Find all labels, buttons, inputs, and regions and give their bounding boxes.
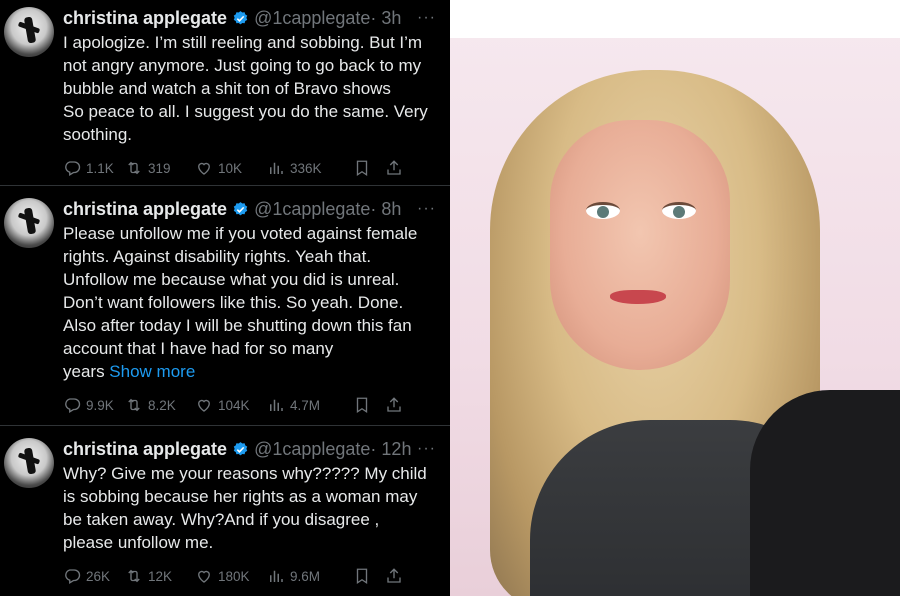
view-count: 9.6M — [290, 568, 321, 584]
screenshot-composite: christina applegate @1capplegate · 3h ··… — [0, 0, 900, 596]
tweet-actions: 26K 12K 180K 9.6M — [63, 564, 436, 588]
views-chart-icon — [270, 570, 283, 582]
bookmark-icon — [356, 160, 368, 177]
like-count: 180K — [218, 568, 250, 584]
retweet-button[interactable]: 12K — [125, 567, 195, 585]
like-count: 104K — [218, 397, 250, 413]
avatar[interactable] — [4, 438, 54, 488]
heart-icon — [198, 570, 210, 583]
verified-badge-icon — [233, 10, 248, 24]
tweet-timestamp[interactable]: · 8h — [370, 199, 401, 220]
tweet-timestamp[interactable]: · 3h — [370, 8, 401, 29]
show-more-link[interactable]: Show more — [109, 362, 195, 381]
right-eye — [662, 202, 696, 219]
portrait-photo — [450, 0, 900, 596]
views-chart-icon — [270, 399, 283, 411]
tweet-text: I apologize. I’m still reeling and sobbi… — [63, 31, 436, 146]
avatar[interactable] — [4, 198, 54, 248]
author-handle[interactable]: @1capplegate — [254, 439, 370, 460]
author-name[interactable]: christina applegate — [63, 8, 227, 29]
tweet-actions: 1.1K 319 10K 336K — [63, 156, 436, 180]
heart-icon — [198, 399, 210, 412]
reply-button[interactable]: 1.1K — [63, 159, 125, 177]
reply-icon — [65, 161, 81, 176]
retweet-button[interactable]: 8.2K — [125, 396, 195, 414]
tweet-header: christina applegate @1capplegate · 12h ·… — [63, 436, 436, 462]
verified-badge-icon — [233, 441, 248, 455]
retweet-count: 12K — [148, 568, 173, 584]
author-handle[interactable]: @1capplegate — [254, 199, 370, 220]
bookmark-icon — [356, 397, 368, 414]
avatar[interactable] — [4, 7, 54, 57]
share-icon — [387, 397, 401, 412]
tweet-2[interactable]: christina applegate @1capplegate · 8h ··… — [0, 186, 450, 426]
lips — [610, 290, 666, 304]
share-button[interactable] — [385, 567, 408, 585]
retweet-icon — [128, 569, 140, 583]
retweet-count: 8.2K — [148, 397, 176, 413]
face-shape — [550, 120, 730, 370]
tweet-timestamp[interactable]: · 12h — [370, 439, 411, 460]
view-count: 336K — [290, 160, 322, 176]
reply-button[interactable]: 26K — [63, 567, 125, 585]
more-options-icon[interactable]: ··· — [417, 200, 436, 218]
reply-count: 9.9K — [86, 397, 114, 413]
bookmark-button[interactable] — [353, 396, 385, 414]
like-button[interactable]: 180K — [195, 567, 267, 585]
bookmark-icon — [356, 568, 368, 585]
share-icon — [387, 568, 401, 583]
verified-badge-icon — [233, 201, 248, 215]
share-button[interactable] — [385, 396, 408, 414]
bookmark-button[interactable] — [353, 159, 385, 177]
tweet-text-content: Why? Give me your reasons why????? My ch… — [63, 464, 427, 552]
retweet-icon — [128, 398, 140, 412]
tweet-header: christina applegate @1capplegate · 3h ··… — [63, 5, 436, 31]
tweet-1[interactable]: christina applegate @1capplegate · 3h ··… — [0, 0, 450, 186]
like-button[interactable]: 104K — [195, 396, 267, 414]
reply-button[interactable]: 9.9K — [63, 396, 125, 414]
reply-icon — [65, 569, 81, 584]
views-button[interactable]: 336K — [267, 159, 353, 177]
share-button[interactable] — [385, 159, 408, 177]
author-name[interactable]: christina applegate — [63, 199, 227, 220]
retweet-button[interactable]: 319 — [125, 159, 195, 177]
retweet-icon — [128, 161, 140, 175]
photo-top-margin — [450, 0, 900, 38]
views-button[interactable]: 4.7M — [267, 396, 353, 414]
more-options-icon[interactable]: ··· — [417, 9, 436, 27]
tweet-3[interactable]: christina applegate @1capplegate · 12h ·… — [0, 426, 450, 596]
heart-icon — [198, 162, 210, 175]
share-icon — [387, 160, 401, 175]
author-handle[interactable]: @1capplegate — [254, 8, 370, 29]
reply-count: 26K — [86, 568, 111, 584]
like-button[interactable]: 10K — [195, 159, 267, 177]
author-name[interactable]: christina applegate — [63, 439, 227, 460]
tweet-text: Please unfollow me if you voted against … — [63, 222, 436, 383]
view-count: 4.7M — [290, 397, 321, 413]
tweet-actions: 9.9K 8.2K 104K 4.7M — [63, 393, 436, 417]
left-eye — [586, 202, 620, 219]
more-options-icon[interactable]: ··· — [417, 440, 436, 458]
views-chart-icon — [270, 162, 283, 174]
reply-count: 1.1K — [86, 160, 114, 176]
bookmark-button[interactable] — [353, 567, 385, 585]
tweet-text-content: I apologize. I’m still reeling and sobbi… — [63, 33, 428, 144]
views-button[interactable]: 9.6M — [267, 567, 353, 585]
like-count: 10K — [218, 160, 243, 176]
retweet-count: 319 — [148, 160, 171, 176]
tweet-text: Why? Give me your reasons why????? My ch… — [63, 462, 436, 554]
reply-icon — [65, 398, 81, 413]
black-jacket-shape — [750, 390, 900, 596]
tweet-feed: christina applegate @1capplegate · 3h ··… — [0, 0, 450, 596]
tweet-text-content: Please unfollow me if you voted against … — [63, 224, 418, 381]
tweet-header: christina applegate @1capplegate · 8h ··… — [63, 196, 436, 222]
